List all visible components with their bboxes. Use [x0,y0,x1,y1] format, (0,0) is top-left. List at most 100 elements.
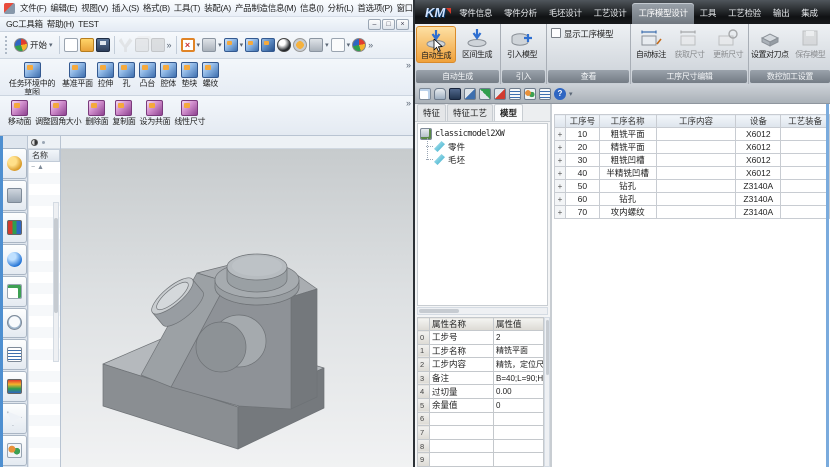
property-name-cell[interactable]: 工步名称 [430,344,494,358]
toolbar-overflow-icon[interactable]: » [406,61,411,69]
process-row[interactable]: + 60 钻孔 Z3140A [555,193,830,206]
process-no-cell[interactable]: 20 [566,141,600,154]
menu-item[interactable]: 首选项(P) [355,1,394,15]
process-content-cell[interactable] [656,141,736,154]
property-name-cell[interactable]: 备注 [430,371,494,385]
property-value-cell[interactable]: B=40;L=90;H= [494,371,544,385]
pane-tab[interactable]: 特征工艺 [447,104,493,121]
property-row[interactable]: 6 [418,412,544,426]
property-value-cell[interactable]: 2 [494,331,544,345]
process-no-cell[interactable]: 10 [566,128,600,141]
new-file-icon[interactable] [64,38,78,52]
save-small-icon[interactable] [449,88,461,100]
property-row[interactable]: 1 工步名称 精铣平面 [418,344,544,358]
ribbon-tab[interactable]: 输出 [767,3,795,24]
auto-generate-button[interactable]: 自动生成 [416,26,456,63]
row-expand-button[interactable]: + [555,167,566,180]
process-no-cell[interactable]: 50 [566,180,600,193]
scrollbar-thumb[interactable] [54,218,58,313]
chevron-down-icon[interactable]: ▾ [218,41,222,49]
process-equip-cell[interactable]: Z3140A [736,180,781,193]
property-scrollbar[interactable] [544,317,550,467]
face-tool-button[interactable]: 移动面 [6,99,33,127]
toolbar-overflow-icon[interactable]: » [167,41,172,49]
menu-item[interactable]: 产品制造信息(M) [233,1,298,15]
menu-item[interactable]: 插入(S) [110,1,141,15]
open-file-icon[interactable] [80,38,94,52]
row-expand-button[interactable]: + [555,154,566,167]
chevron-down-icon[interactable]: ▾ [240,41,244,49]
assembly-navigator-tab[interactable] [3,148,27,179]
save-model-button[interactable]: 保存模型 [791,26,830,61]
feature-tool-button[interactable]: 孔 [116,61,137,89]
copy-icon[interactable] [135,38,149,52]
menu-item[interactable]: 分析(L) [326,1,356,15]
ribbon-tab[interactable]: 工艺设计 [588,3,633,24]
property-name-cell[interactable] [430,453,494,467]
process-equip-cell[interactable]: X6012 [736,128,781,141]
property-name-cell[interactable] [430,426,494,440]
property-row[interactable]: 9 [418,453,544,467]
graphics-canvas[interactable] [61,149,413,467]
rotate-view-icon[interactable] [277,38,291,52]
property-row[interactable]: 3 备注 B=40;L=90;H= [418,371,544,385]
axis-x-icon[interactable] [464,88,476,100]
sketch-x-icon[interactable]: × [181,38,195,52]
row-expand-button[interactable]: + [555,141,566,154]
navigator-column-header[interactable]: 名称 [28,149,60,162]
shaded-view-icon[interactable] [224,38,238,52]
property-row[interactable]: 8 [418,439,544,453]
face-tool-button[interactable]: 删除面 [83,99,110,127]
face-tool-button[interactable]: 调整圆角大小 [33,99,83,127]
pin-icon[interactable] [31,139,38,146]
process-name-cell[interactable]: 精铣平面 [599,141,656,154]
process-content-cell[interactable] [656,193,736,206]
chevron-down-icon[interactable]: ▾ [569,90,573,98]
scrollbar-thumb[interactable] [546,320,549,375]
history-tab[interactable] [3,308,27,339]
process-no-cell[interactable]: 40 [566,167,600,180]
feature-tool-button[interactable]: 腔体 [158,61,179,89]
menu-item[interactable]: 编辑(E) [48,1,79,15]
scrollbar-thumb[interactable] [419,309,459,313]
row-expand-button[interactable]: + [555,193,566,206]
roles-pinwheel-icon[interactable] [352,38,366,52]
cut-icon[interactable] [119,38,133,52]
process-column-header[interactable]: 工序内容 [656,115,736,128]
property-name-cell[interactable]: 余量值 [430,398,494,412]
process-column-header[interactable]: 工序名称 [599,115,656,128]
property-value-cell[interactable] [494,439,544,453]
navigator-scrollbar[interactable] [53,202,59,362]
blank-model-icon[interactable] [434,88,446,100]
process-column-header[interactable]: 工艺装备 [781,115,830,128]
process-content-cell[interactable] [656,206,736,219]
process-row[interactable]: + 30 粗铣凹槽 X6012 [555,154,830,167]
property-value-cell[interactable]: 0.00 [494,385,544,399]
property-value-cell[interactable] [494,426,544,440]
process-name-cell[interactable]: 粗铣平面 [599,128,656,141]
wireframe-view-icon[interactable] [261,38,275,52]
table-small-icon[interactable] [539,88,551,100]
toolbar-overflow-icon[interactable]: » [406,99,411,107]
row-expand-button[interactable]: + [555,206,566,219]
property-name-cell[interactable]: 工步内容 [430,358,494,372]
restore-button[interactable]: □ [382,19,395,30]
save-icon[interactable] [96,38,110,52]
menu-item[interactable]: 格式(B) [141,1,172,15]
process-tooling-cell[interactable] [781,167,830,180]
get-dimension-button[interactable]: 获取尺寸 [671,26,709,61]
property-name-cell[interactable]: 过切量 [430,385,494,399]
users-small-icon[interactable] [524,88,536,100]
axis-z-icon[interactable] [494,88,506,100]
history-page-tab[interactable] [3,276,27,307]
process-no-cell[interactable]: 70 [566,206,600,219]
update-dimension-button[interactable]: 更新尺寸 [709,26,747,61]
process-tooling-cell[interactable] [781,154,830,167]
property-row[interactable]: 5 余量值 0 [418,398,544,412]
toolbar-grip[interactable] [5,36,8,54]
process-name-cell[interactable]: 钻孔 [599,193,656,206]
property-name-cell[interactable]: 工步号 [430,331,494,345]
face-tool-button[interactable]: 设为共面 [138,99,173,127]
palette-list-tab[interactable] [3,339,27,370]
menu-item[interactable]: 信息(I) [298,1,326,15]
